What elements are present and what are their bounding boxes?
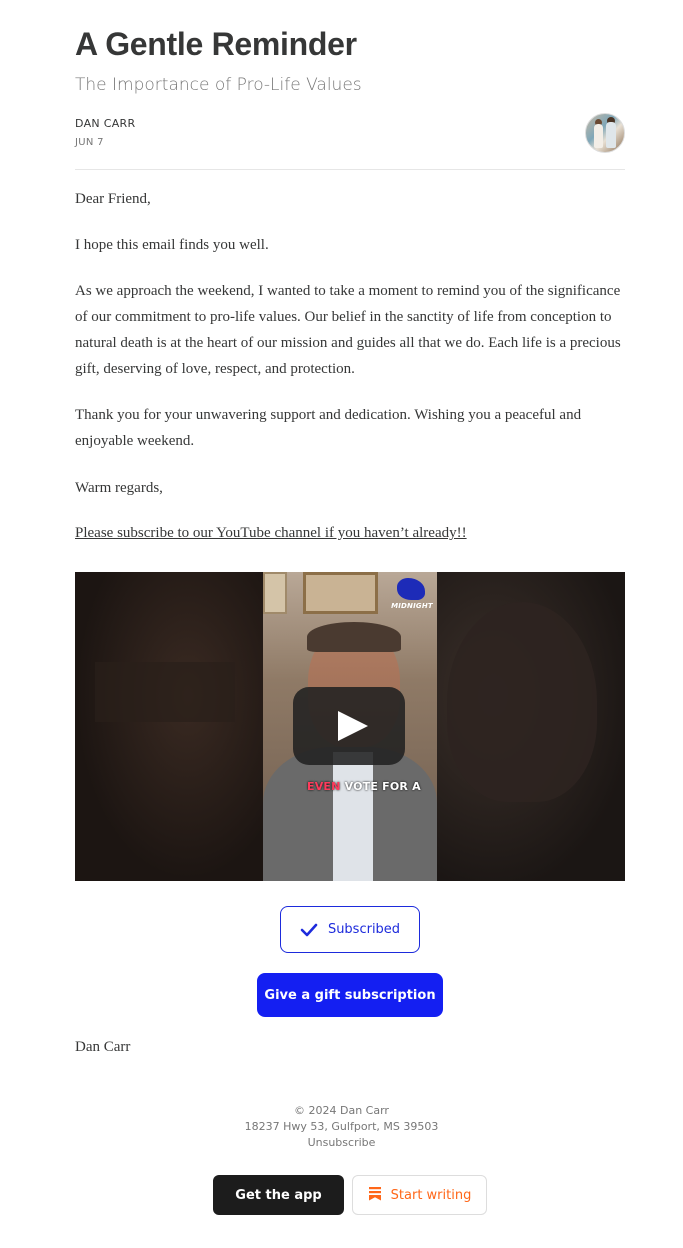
post-date: JUN 7 xyxy=(75,137,104,148)
video-background-detail xyxy=(95,662,235,722)
speaker-shirt xyxy=(333,752,373,881)
start-writing-button[interactable]: Start writing xyxy=(352,1175,487,1215)
unsubscribe-link[interactable]: Unsubscribe xyxy=(0,1136,683,1149)
hope-paragraph: I hope this email finds you well. xyxy=(75,237,269,253)
speaker-hair xyxy=(307,622,401,652)
wall-picture xyxy=(263,572,287,614)
post-title: A Gentle Reminder xyxy=(75,26,357,62)
channel-logo: MIDNIGHT xyxy=(389,576,435,622)
subscribed-button[interactable]: Subscribed xyxy=(280,906,420,953)
subscribed-label: Subscribed xyxy=(327,922,401,937)
video-background-detail xyxy=(447,602,597,802)
gift-subscription-button[interactable]: Give a gift subscription xyxy=(257,973,443,1017)
author-name[interactable]: DAN CARR xyxy=(75,117,135,130)
post-subtitle: The Importance of Pro-Life Values xyxy=(75,75,362,95)
caption-text: VOTE FOR A xyxy=(340,780,421,793)
gift-subscription-label: Give a gift subscription xyxy=(264,987,436,1003)
avatar-figure xyxy=(606,122,616,148)
channel-logo-text: MIDNIGHT xyxy=(391,602,433,610)
video-embed[interactable]: MIDNIGHT EVEN VOTE FOR A xyxy=(75,572,625,881)
signature: Dan Carr xyxy=(75,1039,131,1055)
bookmark-icon xyxy=(368,1186,382,1205)
video-background-left xyxy=(75,572,263,881)
start-writing-label: Start writing xyxy=(390,1187,472,1203)
horse-icon xyxy=(397,578,425,600)
avatar-figure xyxy=(594,124,603,148)
youtube-subscribe-link[interactable]: Please subscribe to our YouTube channel … xyxy=(75,520,625,546)
header-divider xyxy=(75,169,625,170)
checkmark-icon xyxy=(300,923,318,937)
get-app-label: Get the app xyxy=(235,1187,322,1203)
footer-copyright: © 2024 Dan Carr xyxy=(294,1104,389,1117)
main-paragraph: As we approach the weekend, I wanted to … xyxy=(75,283,621,377)
author-avatar[interactable] xyxy=(585,113,625,153)
thanks-paragraph: Thank you for your unwavering support an… xyxy=(75,407,582,449)
regards-paragraph: Warm regards, xyxy=(75,480,163,496)
video-caption: EVEN VOTE FOR A xyxy=(307,780,421,793)
greeting-paragraph: Dear Friend, xyxy=(75,191,151,207)
caption-highlight: EVEN xyxy=(307,780,341,793)
get-app-button[interactable]: Get the app xyxy=(213,1175,344,1215)
footer-address: 18237 Hwy 53, Gulfport, MS 39503 xyxy=(244,1120,439,1133)
play-button[interactable] xyxy=(293,687,405,765)
wall-picture xyxy=(303,572,378,614)
play-icon xyxy=(338,711,368,741)
video-background-right xyxy=(437,572,625,881)
